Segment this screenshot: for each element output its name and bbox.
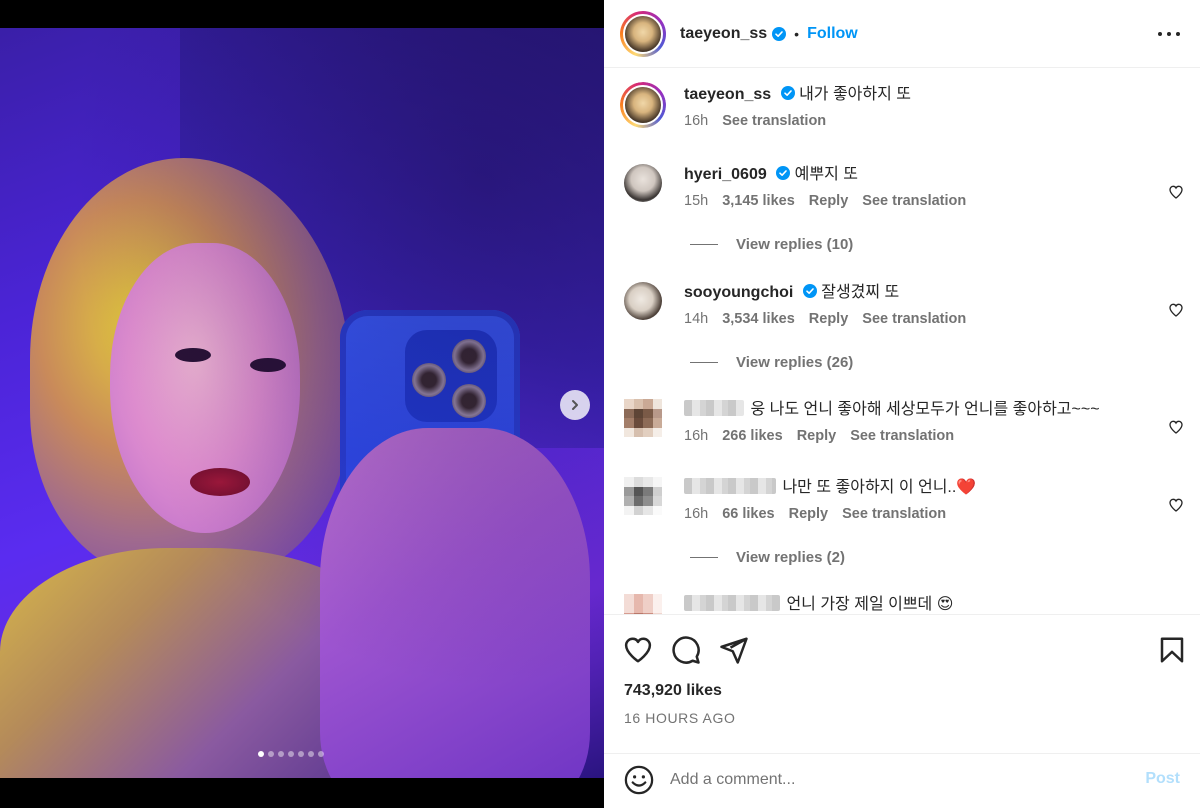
post-time-ago: 16 HOURS AGO	[624, 710, 736, 726]
add-comment-input[interactable]	[670, 768, 1120, 792]
comment-time: 15h	[684, 193, 709, 209]
carousel-dot	[258, 751, 264, 757]
view-replies-button[interactable]: View replies (26)	[690, 354, 853, 371]
view-replies-button[interactable]: View replies (10)	[690, 236, 853, 253]
commenter-username[interactable]: hyeri_0609	[684, 166, 767, 183]
comment-text: 잘생겼찌 또	[821, 284, 900, 301]
comment-text: 언니 가장 제일 이쁘데 😍	[786, 596, 954, 613]
see-translation-button[interactable]: See translation	[850, 428, 954, 444]
comment-text: 나만 또 좋아하지 이 언니..❤️	[782, 479, 977, 496]
comment-likes[interactable]: 66 likes	[722, 506, 774, 522]
post-side-panel: taeyeon_ss • Follow taeyeon_ss 내가 좋아하지 또…	[604, 0, 1200, 808]
like-count[interactable]: 743,920 likes	[624, 682, 722, 700]
commenter-avatar[interactable]	[624, 477, 662, 515]
post-actions: 743,920 likes 16 HOURS AGO	[604, 614, 1200, 754]
see-translation-button[interactable]: See translation	[842, 506, 946, 522]
author-username[interactable]: taeyeon_ss	[680, 25, 767, 43]
like-comment-heart-icon[interactable]	[1168, 419, 1184, 435]
post-comment-button[interactable]: Post	[1145, 770, 1180, 788]
comment-time: 16h	[684, 428, 709, 444]
post-header: taeyeon_ss • Follow	[604, 0, 1200, 68]
see-translation-button[interactable]: See translation	[862, 311, 966, 327]
view-replies-label: View replies (10)	[736, 236, 854, 253]
comment-likes[interactable]: 266 likes	[722, 428, 782, 444]
comment-text: 예뿌지 또	[794, 166, 858, 183]
comments-list[interactable]: taeyeon_ss 내가 좋아하지 또 16h See translation…	[604, 69, 1200, 614]
blurred-username	[684, 595, 780, 611]
comment-likes[interactable]: 3,534 likes	[722, 311, 795, 327]
blurred-username	[684, 400, 744, 416]
next-arrow-icon	[572, 400, 578, 410]
header-separator: •	[794, 25, 800, 42]
like-comment-heart-icon[interactable]	[1168, 302, 1184, 318]
carousel-dot	[288, 751, 294, 757]
view-replies-button[interactable]: View replies (2)	[690, 549, 845, 566]
post-photo[interactable]	[0, 28, 604, 778]
next-image-button[interactable]	[560, 390, 590, 420]
see-translation-button[interactable]: See translation	[862, 193, 966, 209]
reply-button[interactable]: Reply	[809, 193, 849, 209]
reply-button[interactable]: Reply	[797, 428, 837, 444]
view-replies-label: View replies (26)	[736, 354, 854, 371]
commenter-username[interactable]: sooyoungchoi	[684, 284, 793, 301]
comment-icon[interactable]	[671, 635, 701, 665]
verified-badge-icon	[780, 86, 795, 100]
carousel-dot	[298, 751, 304, 757]
verified-badge-icon	[802, 284, 817, 298]
like-comment-heart-icon[interactable]	[1168, 184, 1184, 200]
carousel-dot	[318, 751, 324, 757]
emoji-icon[interactable]	[624, 765, 654, 795]
carousel-dot	[278, 751, 284, 757]
share-icon[interactable]	[719, 635, 749, 665]
like-comment-heart-icon[interactable]	[1168, 497, 1184, 513]
carousel-dot	[308, 751, 314, 757]
commenter-avatar[interactable]	[624, 164, 662, 202]
carousel-dot	[268, 751, 274, 757]
comment-time: 16h	[684, 506, 709, 522]
comment-time: 14h	[684, 311, 709, 327]
add-comment-bar: Post	[604, 753, 1200, 808]
post-media	[0, 0, 604, 808]
view-replies-label: View replies (2)	[736, 549, 845, 566]
commenter-avatar[interactable]	[624, 594, 662, 614]
blurred-username	[684, 478, 776, 494]
comment-text: 웅 나도 언니 좋아해 세상모두가 언니를 좋아하고~~~	[750, 401, 1100, 418]
caption-time: 16h	[684, 113, 709, 129]
follow-button[interactable]: Follow	[807, 25, 858, 43]
reply-button[interactable]: Reply	[809, 311, 849, 327]
commenter-avatar[interactable]	[624, 282, 662, 320]
caption-username[interactable]: taeyeon_ss	[684, 86, 771, 103]
verified-badge-icon	[776, 166, 791, 180]
verified-badge-icon	[772, 26, 787, 41]
caption-avatar[interactable]	[620, 82, 666, 128]
caption-text: 내가 좋아하지 또	[799, 86, 912, 103]
commenter-avatar[interactable]	[624, 399, 662, 437]
comment-likes[interactable]: 3,145 likes	[722, 193, 795, 209]
bookmark-icon[interactable]	[1157, 635, 1187, 665]
author-avatar[interactable]	[620, 10, 666, 57]
carousel-indicator	[258, 751, 324, 757]
reply-button[interactable]: Reply	[789, 506, 829, 522]
see-translation-button[interactable]: See translation	[722, 113, 826, 129]
more-options-icon[interactable]	[1158, 24, 1180, 44]
heart-icon[interactable]	[623, 635, 653, 665]
